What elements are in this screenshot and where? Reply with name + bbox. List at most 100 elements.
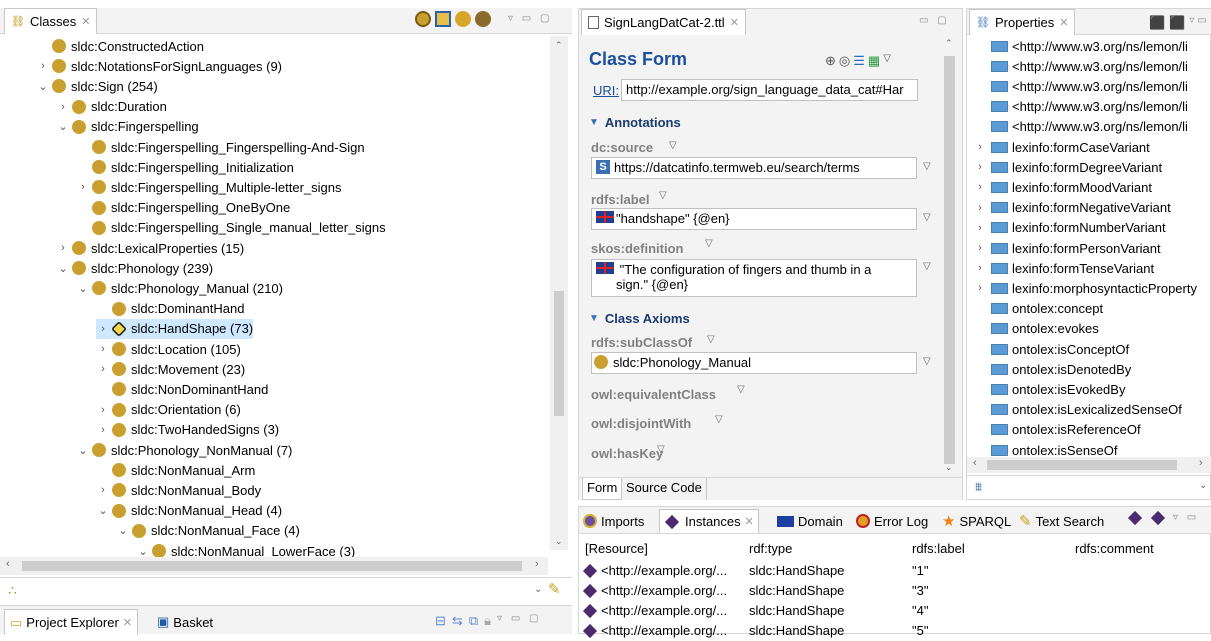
scroll-right-icon[interactable]: › — [1199, 457, 1203, 469]
property-search-input[interactable] — [993, 478, 1193, 496]
expand-icon[interactable]: › — [973, 141, 987, 153]
class-tree-item[interactable]: › sldc:Duration — [56, 97, 167, 117]
property-tree-item[interactable]: ontolex:isDenotedBy — [987, 359, 1131, 379]
class-tree-item[interactable]: ⌄ sldc:Fingerspelling — [56, 117, 198, 137]
expand-icon[interactable]: › — [973, 202, 987, 214]
property-tree-item[interactable]: ontolex:isReferenceOf — [987, 420, 1141, 440]
class-tree-item[interactable]: sldc:Fingerspelling_Initialization — [76, 157, 294, 177]
property-tree-item[interactable]: › lexinfo:formMoodVariant — [973, 177, 1152, 197]
collapse-icon[interactable]: ⌄ — [116, 524, 130, 537]
annotations-header[interactable]: ▼ Annotations — [589, 115, 681, 130]
collapse-all-icon[interactable]: ⊟ — [435, 613, 446, 629]
class-tree-item[interactable]: › sldc:Orientation (6) — [96, 400, 241, 420]
collapse-icon[interactable]: ⌄ — [36, 80, 50, 93]
delete-property-icon[interactable]: ⬛ — [1169, 15, 1185, 31]
close-icon[interactable]: ✕ — [81, 15, 90, 28]
tab-imports[interactable]: Imports — [579, 509, 648, 533]
class-tree-item[interactable]: sldc:ConstructedAction — [36, 36, 204, 56]
class-tree-item[interactable]: ⌄ sldc:Sign (254) — [36, 76, 157, 96]
expand-icon[interactable]: › — [973, 282, 987, 294]
close-icon[interactable]: ✕ — [1059, 16, 1068, 29]
table-row[interactable]: <http://example.org/... sldc:HandShape "1" — [579, 561, 1211, 581]
table-row[interactable]: <http://example.org/... sldc:HandShape "5" — [579, 621, 1211, 641]
class-axioms-header[interactable]: ▼ Class Axioms — [589, 311, 690, 326]
collapse-icon[interactable]: ⌄ — [56, 262, 70, 275]
scroll-up-icon[interactable]: ⌃ — [555, 40, 563, 51]
create-property-icon[interactable]: ⬛ — [1149, 15, 1165, 31]
tab-instances[interactable]: Instances ✕ — [659, 509, 759, 533]
tab-form[interactable]: Form — [582, 478, 623, 500]
property-tree-item[interactable]: ontolex:isEvokedBy — [987, 379, 1125, 399]
scroll-right-icon[interactable]: › — [535, 558, 539, 570]
class-tree-item[interactable]: sldc:Fingerspelling_OneByOne — [76, 198, 290, 218]
property-tree-item[interactable]: › lexinfo:formTenseVariant — [973, 258, 1154, 278]
class-tree-item[interactable]: › sldc:TwoHandedSigns (3) — [96, 420, 279, 440]
tab-error-log[interactable]: Error Log — [852, 509, 932, 533]
scroll-thumb[interactable] — [554, 291, 564, 416]
hscroll-thumb[interactable] — [987, 460, 1177, 470]
class-tree-item[interactable]: › sldc:LexicalProperties (15) — [56, 238, 244, 258]
scroll-left-icon[interactable]: ‹ — [973, 457, 977, 469]
classes-scrollbar[interactable]: ⌃ ⌄ — [550, 36, 568, 550]
chevron-down-icon[interactable]: ▽ — [715, 414, 723, 425]
expand-icon[interactable]: › — [96, 363, 110, 375]
expand-icon[interactable]: › — [56, 101, 70, 113]
lock-icon[interactable]: 🔒︎ — [484, 613, 491, 629]
skos-definition-field[interactable]: "The configuration of fingers and thumb … — [591, 259, 917, 297]
property-tree-item[interactable]: <http://www.w3.org/ns/lemon/li — [987, 97, 1188, 117]
property-tree-item[interactable]: <http://www.w3.org/ns/lemon/li — [987, 56, 1188, 76]
table-row[interactable]: <http://example.org/... sldc:HandShape "3" — [579, 581, 1211, 601]
uri-field[interactable]: http://example.org/sign_language_data_ca… — [621, 79, 918, 101]
form-scrollbar[interactable]: ⌃ ⌄ — [941, 36, 958, 476]
add-class-icon[interactable] — [455, 11, 471, 27]
class-tree-item[interactable]: ⌄ sldc:NonManual_Face (4) — [116, 521, 299, 541]
property-tree-item[interactable]: <http://www.w3.org/ns/lemon/li — [987, 76, 1188, 96]
delete-class-icon[interactable] — [475, 11, 491, 27]
class-tree-item[interactable]: ⌄ sldc:Phonology_Manual (210) — [76, 278, 283, 298]
rdfs-label-field[interactable]: "handshape" {@en} — [591, 208, 917, 230]
column-header-type[interactable]: rdf:type — [749, 541, 792, 556]
chevron-down-icon[interactable]: ▽ — [705, 238, 713, 249]
pencil-icon[interactable]: ✎ — [548, 580, 561, 598]
filter-icon[interactable]: ⩩ — [975, 479, 982, 495]
chevron-down-icon[interactable]: ▽ — [923, 212, 931, 223]
class-tree-item[interactable]: sldc:NonManual_Arm — [96, 460, 255, 480]
chevron-down-icon[interactable]: ▽ — [923, 261, 931, 272]
class-tree-item[interactable]: › sldc:NonManual_Body — [96, 480, 261, 500]
property-tree-item[interactable]: › lexinfo:formPersonVariant — [973, 238, 1160, 258]
class-tree-item[interactable]: › sldc:Location (105) — [96, 339, 241, 359]
collapse-icon[interactable]: ⌄ — [76, 444, 90, 457]
scroll-left-icon[interactable]: ‹ — [6, 558, 10, 570]
expand-icon[interactable]: › — [96, 484, 110, 496]
close-icon[interactable]: ✕ — [123, 616, 132, 629]
column-header-label[interactable]: rdfs:label — [912, 541, 965, 556]
expand-icon[interactable]: › — [96, 404, 110, 416]
expand-icon[interactable]: › — [96, 424, 110, 436]
tab-properties[interactable]: ⛓ Properties ✕ — [969, 9, 1076, 35]
view-minmax-icon[interactable]: ▿ ▭ ▢ — [508, 13, 552, 24]
column-header-comment[interactable]: rdfs:comment — [1075, 541, 1154, 556]
expand-icon[interactable]: › — [56, 242, 70, 254]
chevron-down-icon[interactable]: ▽ — [669, 140, 677, 151]
view-minmax-icon[interactable]: ▿ ▭ — [1173, 512, 1199, 523]
scroll-thumb[interactable] — [944, 56, 955, 464]
class-tree-item[interactable]: sldc:NonDominantHand — [96, 379, 268, 399]
property-tree-item[interactable]: › lexinfo:formCaseVariant — [973, 137, 1150, 157]
dropdown-icon[interactable]: ⌄ — [534, 584, 542, 595]
expand-icon[interactable]: › — [973, 181, 987, 193]
chevron-down-icon[interactable]: ▽ — [657, 444, 665, 455]
properties-hscrollbar[interactable]: ‹ › — [967, 457, 1211, 473]
view-minmax-icon[interactable]: ▿ ▭ — [1189, 15, 1206, 31]
property-tree-item[interactable]: › lexinfo:formNumberVariant — [973, 218, 1166, 238]
layout-rows-icon[interactable]: ☰ — [853, 53, 865, 69]
tab-text-search[interactable]: ✎ Text Search — [1015, 509, 1108, 533]
expand-icon[interactable]: › — [96, 323, 110, 335]
property-tree-item[interactable]: ontolex:isLexicalizedSenseOf — [987, 400, 1182, 420]
dc-source-field[interactable]: S https://datcatinfo.termweb.eu/search/t… — [591, 157, 917, 179]
create-class-icon[interactable] — [415, 11, 431, 27]
table-row[interactable]: <http://example.org/... sldc:HandShape "4" — [579, 601, 1211, 621]
class-tree-item[interactable]: ⌄ sldc:Phonology_NonManual (7) — [76, 440, 292, 460]
chevron-down-icon[interactable]: ▽ — [659, 190, 667, 201]
create-subclass-icon[interactable] — [435, 11, 451, 27]
tab-domain[interactable]: Domain — [773, 509, 847, 533]
